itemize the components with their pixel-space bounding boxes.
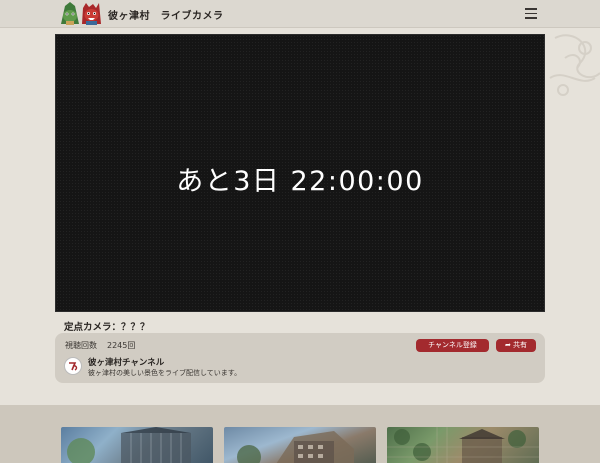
related-videos-section — [0, 405, 600, 463]
views-label: 視聴回数 — [65, 341, 97, 350]
site-title: 彼ヶ津村 ライブカメラ — [108, 11, 224, 22]
share-button[interactable]: ➦ 共有 — [496, 339, 536, 352]
video-info-card: 視聴回数 2245回 チャンネル登録 ➦ 共有 彼ヶ津村チャンネル 彼ヶ津村の美し… — [55, 333, 545, 383]
channel-logo-icon — [69, 362, 78, 371]
channel-description: 彼ヶ津村の美しい景色をライブ配信しています。 — [88, 369, 242, 377]
channel-avatar[interactable] — [64, 357, 82, 375]
views-count: 2245回 — [107, 341, 136, 350]
share-label: 共有 — [513, 341, 528, 349]
thumbnail-2[interactable] — [224, 427, 376, 463]
countdown-timer: あと3日 22:00:00 — [176, 166, 424, 197]
site-header: 彼ヶ津村 ライブカメラ — [0, 0, 600, 28]
hamburger-menu-icon[interactable] — [525, 8, 537, 19]
village-mascots-logo[interactable] — [59, 2, 103, 26]
thumbnail-3[interactable] — [387, 427, 539, 463]
subscribe-button[interactable]: チャンネル登録 — [416, 339, 489, 352]
camera-label: 定点カメラ：？？？ — [64, 322, 150, 333]
decorative-swirl-pattern — [545, 28, 600, 108]
channel-name[interactable]: 彼ヶ津村チャンネル — [88, 356, 164, 368]
view-count: 視聴回数 2245回 — [65, 340, 135, 351]
share-arrow-icon: ➦ — [504, 341, 511, 349]
thumbnail-1[interactable] — [61, 427, 213, 463]
live-video-player[interactable]: あと3日 22:00:00 — [55, 34, 545, 312]
